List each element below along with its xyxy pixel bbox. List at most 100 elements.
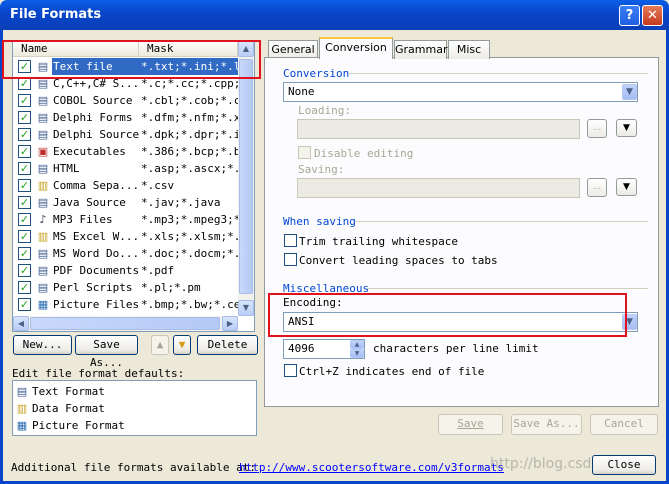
text-file-icon: ▤ (37, 196, 49, 209)
defaults-item[interactable]: ▦ Picture Format (14, 417, 244, 434)
ctrlz-label: Ctrl+Z indicates end of file (299, 365, 485, 378)
trim-whitespace-checkbox[interactable] (284, 234, 297, 247)
defaults-item[interactable]: ▤ Text Format (14, 383, 244, 400)
row-checkbox[interactable]: ✓ (18, 247, 31, 260)
spin-down-icon[interactable]: ▼ (350, 349, 364, 358)
row-checkbox[interactable]: ✓ (18, 281, 31, 294)
row-mask: *.pl;*.pm (141, 281, 201, 294)
defaults-item-label: Picture Format (32, 419, 125, 432)
scroll-down-icon[interactable]: ▼ (238, 300, 254, 316)
list-item[interactable]: ✓ ▦ Picture Files*.bmp;*.bw;*.ce... (13, 296, 238, 313)
row-checkbox[interactable]: ✓ (18, 111, 31, 124)
row-checkbox[interactable]: ✓ (18, 213, 31, 226)
saving-menu-button[interactable]: ▼ (616, 178, 637, 196)
row-mask: *.dpk;*.dpr;*.i... (141, 128, 238, 141)
data-file-icon: ▥ (37, 179, 49, 192)
row-checkbox[interactable]: ✓ (18, 196, 31, 209)
row-checkbox[interactable]: ✓ (18, 298, 31, 311)
delete-button[interactable]: Delete (197, 335, 258, 355)
disable-editing-label: Disable editing (314, 147, 414, 160)
move-up-icon[interactable]: ▲ (151, 335, 169, 355)
hscroll-thumb[interactable] (30, 317, 220, 330)
save-as-button[interactable]: Save As... (511, 414, 582, 435)
ctrlz-checkbox[interactable] (284, 364, 297, 377)
list-item[interactable]: ✓ ▣ Executables *.386;*.bcp;*.b... (13, 143, 238, 160)
conversion-select[interactable]: None (283, 82, 638, 102)
list-item[interactable]: ✓ ▤ MS Word Do...*.doc;*.docm;*... (13, 245, 238, 262)
highlight-box-encoding (268, 293, 627, 337)
close-button[interactable]: Close (592, 455, 656, 475)
row-checkbox[interactable]: ✓ (18, 264, 31, 277)
disable-editing-checkbox[interactable] (298, 146, 311, 159)
list-item[interactable]: ✓ ▤ HTML *.asp;*.ascx;*.... (13, 160, 238, 177)
row-mask: *.dfm;*.nfm;*.xfm (141, 111, 238, 124)
scroll-right-icon[interactable]: ▶ (222, 316, 238, 331)
list-item[interactable]: ✓ ▤ PDF Documents *.pdf (13, 262, 238, 279)
text-file-icon: ▤ (37, 264, 49, 277)
list-item[interactable]: ✓ ▤ Delphi Source*.dpk;*.dpr;*.i... (13, 126, 238, 143)
cancel-button[interactable]: Cancel (590, 414, 658, 435)
row-checkbox[interactable]: ✓ (18, 179, 31, 192)
row-mask: *.asp;*.ascx;*.... (141, 162, 238, 175)
saving-label: Saving: (298, 163, 345, 176)
convert-spaces-checkbox[interactable] (284, 253, 297, 266)
row-checkbox[interactable]: ✓ (18, 145, 31, 158)
vertical-scrollbar[interactable]: ▲ ▼ (238, 41, 254, 316)
row-mask: *.386;*.bcp;*.b... (141, 145, 238, 158)
defaults-item[interactable]: ▥ Data Format (14, 400, 244, 417)
list-item[interactable]: ✓ ▤ Perl Scripts *.pl;*.pm (13, 279, 238, 296)
scroll-left-icon[interactable]: ◀ (13, 316, 29, 331)
list-item[interactable]: ✓ ▤ Java Source *.jav;*.java (13, 194, 238, 211)
row-name: Perl Scripts (53, 281, 133, 294)
save-as-format-button[interactable]: Save As... (75, 335, 138, 369)
row-checkbox[interactable]: ✓ (18, 128, 31, 141)
divider (348, 73, 648, 74)
help-button[interactable]: ? (619, 5, 640, 26)
scroll-thumb[interactable] (239, 59, 253, 294)
data-file-icon: ▥ (37, 230, 49, 243)
tab-misc[interactable]: Misc (448, 40, 490, 59)
row-checkbox[interactable]: ✓ (18, 230, 31, 243)
loading-menu-button[interactable]: ▼ (616, 119, 637, 137)
row-name: Delphi Forms (53, 111, 133, 124)
footer-text: Additional file formats available at: (11, 461, 257, 474)
text-file-icon: ▤ (37, 128, 49, 141)
window-title: File Formats (10, 7, 102, 22)
saving-browse-button[interactable]: ... (587, 178, 607, 197)
tab-conversion[interactable]: Conversion (319, 37, 393, 59)
row-checkbox[interactable]: ✓ (18, 94, 31, 107)
tab-grammar[interactable]: Grammar (394, 40, 447, 59)
row-mask: *.bmp;*.bw;*.ce... (141, 298, 238, 311)
row-name: MS Excel W... (53, 230, 139, 243)
close-window-button[interactable]: ✕ (642, 5, 663, 26)
text-file-icon: ▤ (37, 281, 49, 294)
row-mask: *.jav;*.java (141, 196, 221, 209)
music-file-icon: ♪ (39, 213, 47, 226)
row-mask: *.mp3;*.mpeg3;*... (141, 213, 238, 226)
text-file-icon: ▤ (37, 111, 49, 124)
list-item[interactable]: ✓ ▥ Comma Sepa... *.csv (13, 177, 238, 194)
spin-up-icon[interactable]: ▲ (350, 340, 364, 349)
picture-file-icon: ▦ (16, 419, 28, 432)
row-name: Picture Files (53, 298, 139, 311)
row-checkbox[interactable]: ✓ (18, 162, 31, 175)
divider (355, 221, 648, 222)
chevron-down-icon[interactable]: ▼ (622, 84, 637, 100)
conversion-group-title: Conversion (283, 67, 350, 80)
saving-field (297, 178, 580, 198)
horizontal-scrollbar[interactable]: ◀ ▶ (13, 316, 238, 331)
row-name: Comma Sepa... (53, 179, 139, 192)
move-down-icon[interactable]: ▼ (173, 335, 191, 355)
list-item[interactable]: ✓ ▥ MS Excel W...*.xls;*.xlsm;*.... (13, 228, 238, 245)
row-name: Java Source (53, 196, 126, 209)
new-button[interactable]: New... (13, 335, 72, 355)
loading-browse-button[interactable]: ... (587, 119, 607, 138)
list-item[interactable]: ✓ ♪ MP3 Files *.mp3;*.mpeg3;*... (13, 211, 238, 228)
row-name: MP3 Files (53, 213, 113, 226)
formats-link[interactable]: http://www.scootersoftware.com/v3formats (239, 461, 504, 474)
convert-spaces-label: Convert leading spaces to tabs (299, 254, 498, 267)
row-name: Delphi Source (53, 128, 139, 141)
save-button[interactable]: Save (438, 414, 503, 435)
list-item[interactable]: ✓ ▤ COBOL Source *.cbl;*.cob;*.cpy (13, 92, 238, 109)
list-item[interactable]: ✓ ▤ Delphi Forms *.dfm;*.nfm;*.xfm (13, 109, 238, 126)
